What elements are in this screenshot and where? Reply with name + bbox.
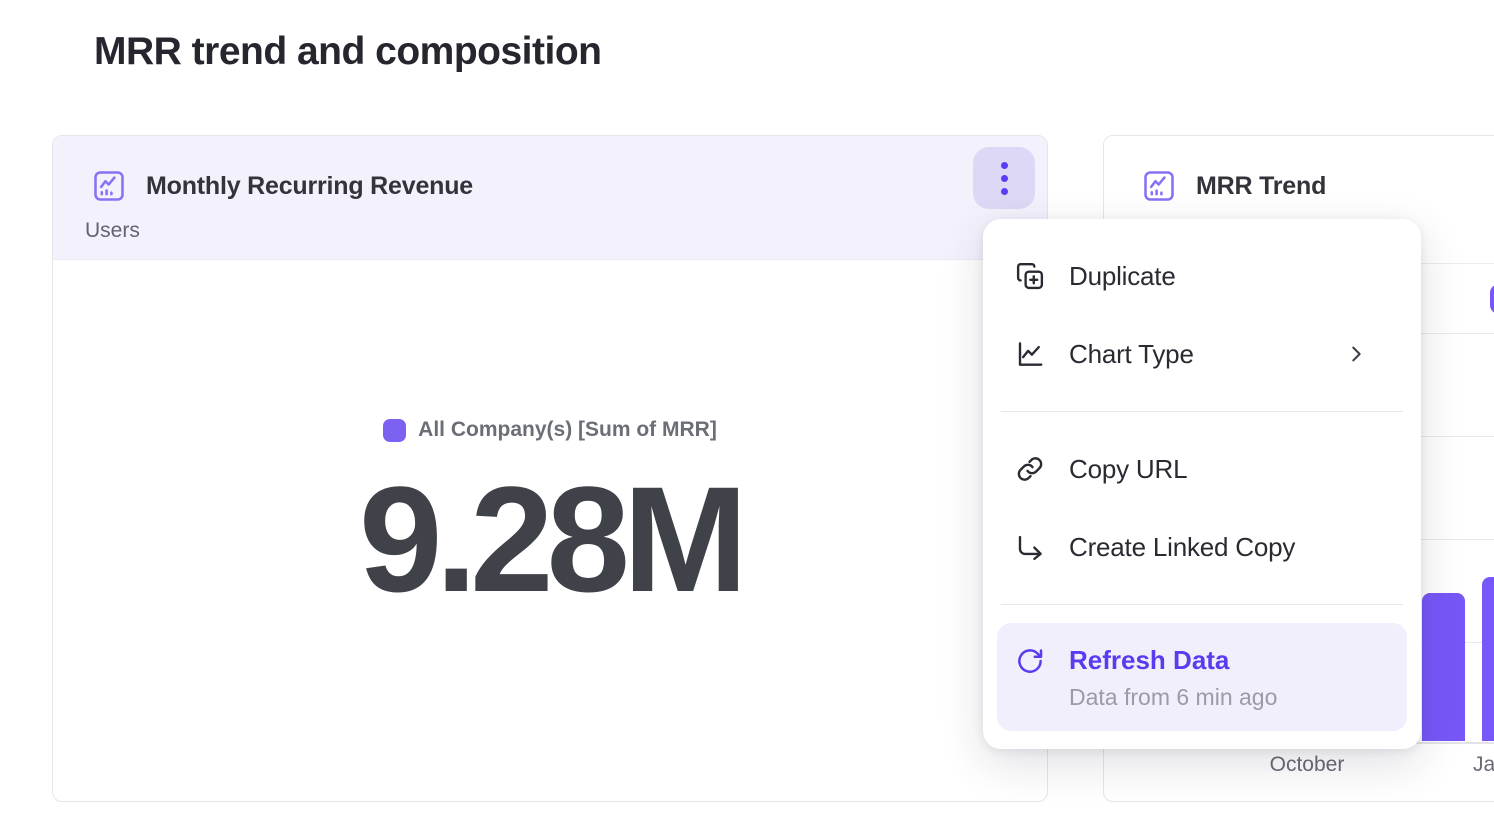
trend-card-title-row: MRR Trend	[1141, 168, 1326, 204]
card-title: Monthly Recurring Revenue	[146, 172, 473, 201]
trend-legend-swatch	[1490, 284, 1494, 314]
x-tick-label: Ja	[1473, 753, 1494, 777]
card-subtitle: Users	[85, 219, 140, 243]
card-title: MRR Trend	[1196, 172, 1326, 201]
menu-item-label: Copy URL	[1069, 454, 1187, 485]
legend-label: All Company(s) [Sum of MRR]	[418, 418, 717, 442]
card-context-menu: Duplicate Chart Type	[983, 219, 1421, 749]
legend: All Company(s) [Sum of MRR]	[383, 418, 717, 442]
metric-value: 9.28M	[359, 464, 741, 614]
card-options-button[interactable]	[973, 147, 1035, 209]
mrr-card-title-row: Monthly Recurring Revenue	[91, 168, 473, 204]
big-number-body: All Company(s) [Sum of MRR] 9.28M	[53, 261, 1047, 801]
page-title: MRR trend and composition	[94, 30, 602, 74]
mrr-card-header: Monthly Recurring Revenue Users	[53, 136, 1047, 260]
x-tick-label: October	[1259, 753, 1355, 777]
menu-divider	[1001, 411, 1403, 412]
legend-swatch	[383, 419, 406, 442]
refresh-status-text: Data from 6 min ago	[1069, 684, 1389, 711]
menu-item-label: Duplicate	[1069, 261, 1176, 292]
menu-item-label: Chart Type	[1069, 339, 1194, 370]
chart-type-icon	[1015, 339, 1045, 369]
menu-item-label: Create Linked Copy	[1069, 532, 1295, 563]
menu-divider	[1001, 604, 1403, 605]
dashboard-page: MRR trend and composition Monthly Recurr…	[0, 0, 1494, 816]
link-icon	[1015, 454, 1045, 484]
duplicate-icon	[1015, 261, 1045, 291]
menu-item-create-linked-copy[interactable]: Create Linked Copy	[997, 508, 1407, 586]
menu-item-chart-type[interactable]: Chart Type	[997, 315, 1407, 393]
refresh-icon	[1015, 646, 1045, 676]
menu-item-label: Refresh Data	[1069, 645, 1389, 676]
mrr-big-number-card: Monthly Recurring Revenue Users All Comp…	[52, 135, 1048, 802]
combo-chart-icon	[91, 168, 127, 204]
chevron-right-icon	[1345, 343, 1367, 365]
kebab-menu-icon	[1001, 162, 1008, 195]
menu-item-refresh-data[interactable]: Refresh Data Data from 6 min ago	[997, 623, 1407, 731]
menu-item-duplicate[interactable]: Duplicate	[997, 237, 1407, 315]
bar	[1422, 593, 1465, 741]
bar	[1482, 577, 1494, 741]
combo-chart-icon	[1141, 168, 1177, 204]
menu-item-copy-url[interactable]: Copy URL	[997, 430, 1407, 508]
corner-arrow-right-icon	[1015, 532, 1045, 562]
